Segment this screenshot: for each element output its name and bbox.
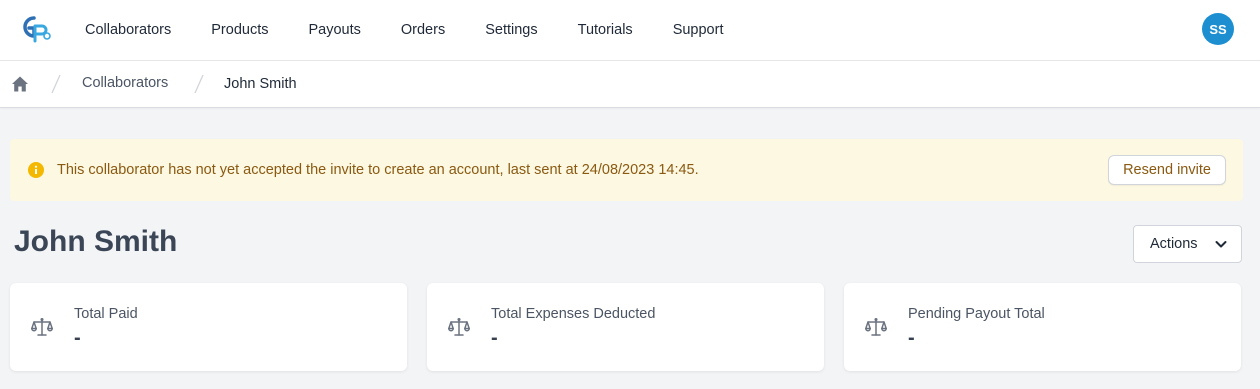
breadcrumb-separator-icon <box>51 74 61 94</box>
breadcrumb: Collaborators John Smith <box>0 61 1260 108</box>
stat-value: - <box>491 327 498 349</box>
nav-payouts[interactable]: Payouts <box>288 0 380 60</box>
breadcrumb-collaborators[interactable]: Collaborators <box>82 75 168 91</box>
actions-label: Actions <box>1150 236 1198 252</box>
scale-icon <box>31 317 53 336</box>
nav-orders[interactable]: Orders <box>381 0 465 60</box>
scale-icon <box>865 317 887 336</box>
stat-label: Pending Payout Total <box>908 306 1045 322</box>
page-title: John Smith <box>14 225 178 258</box>
chevron-down-icon <box>1215 241 1227 248</box>
nav-collaborators[interactable]: Collaborators <box>65 0 191 60</box>
stat-value: - <box>74 327 81 349</box>
stat-value: - <box>908 327 915 349</box>
info-icon <box>28 162 44 178</box>
stat-card-total-expenses-deducted: Total Expenses Deducted - <box>427 283 824 371</box>
invite-alert: This collaborator has not yet accepted t… <box>10 139 1243 201</box>
stat-card-total-paid: Total Paid - <box>10 283 407 371</box>
main-nav: Collaborators Products Payouts Orders Se… <box>65 0 743 60</box>
stat-label: Total Expenses Deducted <box>491 306 656 322</box>
resend-invite-button[interactable]: Resend invite <box>1108 155 1226 185</box>
alert-message: This collaborator has not yet accepted t… <box>57 162 699 178</box>
actions-dropdown-button[interactable]: Actions <box>1133 225 1242 263</box>
nav-tutorials[interactable]: Tutorials <box>558 0 653 60</box>
breadcrumb-separator-icon <box>194 74 204 94</box>
stat-card-pending-payout-total: Pending Payout Total - <box>844 283 1241 371</box>
home-icon[interactable] <box>11 75 29 93</box>
nav-products[interactable]: Products <box>191 0 288 60</box>
gp-logo-icon[interactable] <box>19 14 53 44</box>
scale-icon <box>448 317 470 336</box>
breadcrumb-current: John Smith <box>224 76 297 92</box>
nav-support[interactable]: Support <box>653 0 744 60</box>
nav-settings[interactable]: Settings <box>465 0 557 60</box>
top-navbar: Collaborators Products Payouts Orders Se… <box>0 0 1260 61</box>
user-avatar[interactable]: SS <box>1202 13 1234 45</box>
stat-label: Total Paid <box>74 306 138 322</box>
